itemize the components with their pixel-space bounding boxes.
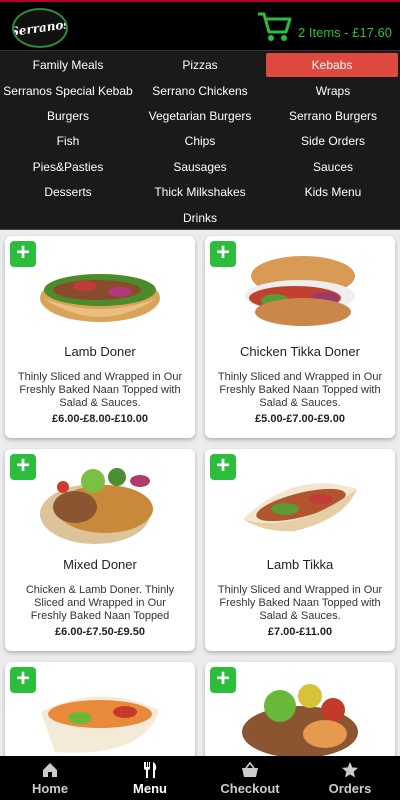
logo-text: Serranos — [12, 16, 68, 40]
product-description: Thinly Sliced and Wrapped in Our Freshly… — [217, 584, 383, 622]
lamb-doner-image — [40, 274, 160, 322]
basket-icon — [242, 761, 258, 777]
category-drinks[interactable]: Drinks — [133, 206, 267, 230]
chicken-wrap-image — [41, 696, 159, 753]
category-pies-pasties[interactable]: Pies&Pasties — [1, 155, 135, 179]
product-description: Thinly Sliced and Wrapped in Our Freshly… — [217, 371, 383, 409]
category-kids-menu[interactable]: Kids Menu — [266, 180, 400, 204]
product-card[interactable]: + Lamb Tikka Thinly Sliced and Wrapped i… — [205, 449, 395, 651]
product-card[interactable]: + — [5, 662, 195, 762]
nav-home[interactable]: Home — [0, 756, 100, 800]
nav-checkout[interactable]: Checkout — [200, 756, 300, 800]
home-icon — [43, 762, 57, 777]
product-description: Thinly Sliced and Wrapped in Our Freshly… — [17, 371, 183, 409]
bottom-navigation: Home Menu Checkout Orders — [0, 756, 400, 800]
product-name: Lamb Doner — [64, 344, 136, 359]
add-to-cart-button[interactable]: + — [210, 241, 236, 267]
app-header: Serranos 2 Items - £17.60 — [0, 0, 400, 50]
product-card[interactable]: + Lamb Doner Thinly Sliced and Wrapped i… — [5, 236, 195, 438]
mixed-doner-image — [40, 468, 153, 544]
nav-menu[interactable]: Menu — [100, 756, 200, 800]
category-vegetarian-burgers[interactable]: Vegetarian Burgers — [133, 104, 267, 128]
nav-orders-label: Orders — [328, 780, 372, 796]
nav-menu-label: Menu — [133, 780, 167, 796]
product-name: Mixed Doner — [63, 557, 137, 572]
category-side-orders[interactable]: Side Orders — [266, 129, 400, 153]
category-fish[interactable]: Fish — [1, 129, 135, 153]
nav-home-label: Home — [31, 780, 69, 796]
product-card[interactable]: + Chicken Tikka Doner Thinly Sliced and … — [205, 236, 395, 438]
category-desserts[interactable]: Desserts — [1, 180, 135, 204]
fork-knife-icon — [144, 761, 157, 778]
category-sausages[interactable]: Sausages — [133, 155, 267, 179]
category-wraps[interactable]: Wraps — [266, 79, 400, 103]
category-serrano-chickens[interactable]: Serrano Chickens — [133, 79, 267, 103]
category-pizzas[interactable]: Pizzas — [133, 53, 267, 77]
category-menu: Family Meals Pizzas Kebabs Serranos Spec… — [0, 50, 400, 230]
category-burgers[interactable]: Burgers — [1, 104, 135, 128]
lamb-tikka-image — [243, 483, 357, 532]
product-name: Chicken Tikka Doner — [240, 344, 360, 359]
category-serranos-special-kebab[interactable]: Serranos Special Kebab — [1, 79, 135, 103]
category-serrano-burgers[interactable]: Serrano Burgers — [266, 104, 400, 128]
chicken-tikka-doner-image — [245, 256, 355, 326]
star-icon — [342, 761, 358, 777]
cart-button[interactable]: 2 Items - £17.60 — [256, 10, 392, 44]
cart-summary: 2 Items - £17.60 — [298, 24, 392, 40]
product-card[interactable]: + Mixed Doner Chicken & Lamb Doner. Thin… — [5, 449, 195, 651]
add-to-cart-button[interactable]: + — [210, 667, 236, 693]
add-to-cart-button[interactable]: + — [10, 241, 36, 267]
add-to-cart-button[interactable]: + — [10, 454, 36, 480]
product-description: Chicken & Lamb Doner. Thinly Sliced and … — [25, 584, 175, 622]
category-family-meals[interactable]: Family Meals — [1, 53, 135, 77]
product-price: £5.00-£7.00-£9.00 — [255, 413, 345, 425]
nav-orders[interactable]: Orders — [300, 756, 400, 800]
serranos-logo[interactable]: Serranos — [12, 8, 68, 48]
nav-checkout-label: Checkout — [220, 780, 280, 796]
add-to-cart-button[interactable]: + — [10, 667, 36, 693]
category-kebabs[interactable]: Kebabs — [266, 53, 398, 77]
category-thick-milkshakes[interactable]: Thick Milkshakes — [133, 180, 267, 204]
product-price: £6.00-£8.00-£10.00 — [51, 413, 149, 425]
product-price: £6.00-£7.50-£9.50 — [55, 626, 145, 638]
product-name: Lamb Tikka — [266, 557, 334, 572]
category-chips[interactable]: Chips — [133, 129, 267, 153]
add-to-cart-button[interactable]: + — [210, 454, 236, 480]
shopping-cart-icon — [258, 12, 292, 41]
mixed-platter-image — [242, 684, 358, 758]
product-card[interactable]: + — [205, 662, 395, 762]
category-sauces[interactable]: Sauces — [266, 155, 400, 179]
product-price: £7.00-£11.00 — [267, 626, 333, 638]
